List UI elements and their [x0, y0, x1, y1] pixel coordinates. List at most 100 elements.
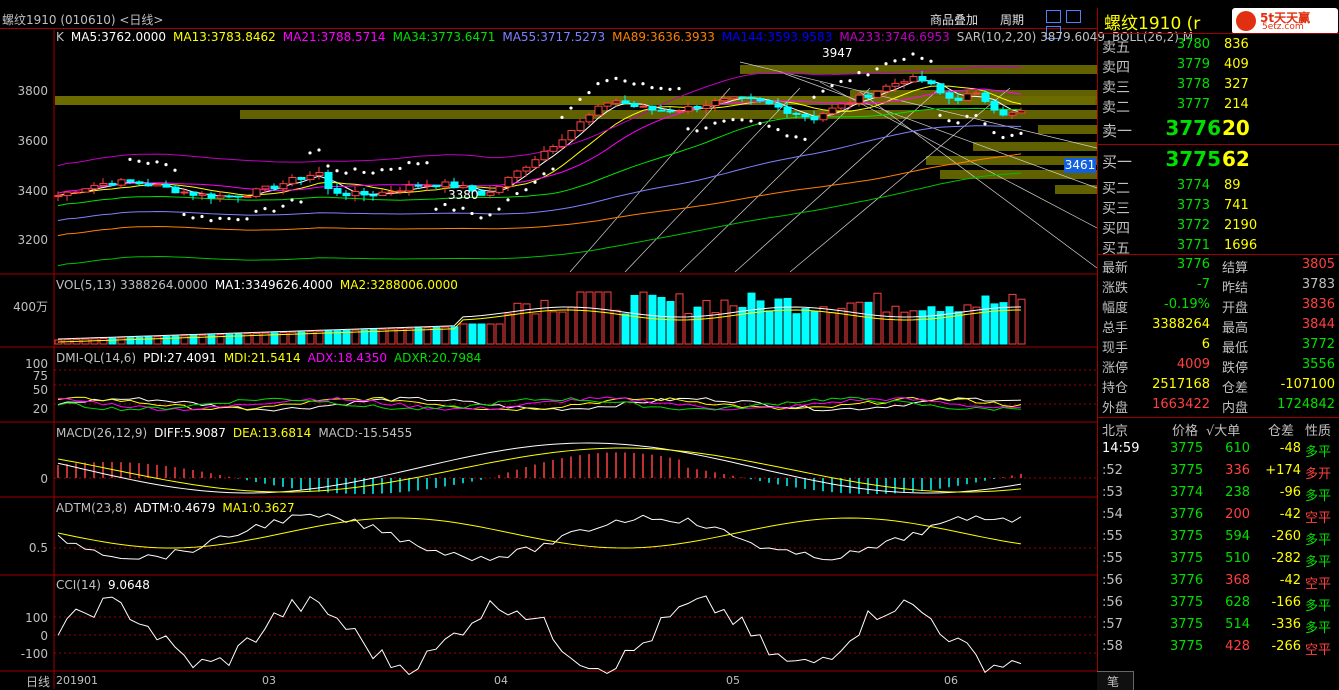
candle-body — [333, 188, 342, 194]
bid-price: 3771 — [1176, 238, 1210, 253]
stats-row: 涨跌 -7 昨结 3783 — [1100, 277, 1339, 297]
stats-label-left: 现手 — [1102, 341, 1129, 356]
adtm-line — [57, 513, 1022, 562]
top-menu-strip — [0, 0, 1339, 8]
ask-label: 卖一 — [1102, 122, 1133, 140]
candle-body — [531, 159, 540, 168]
bid-price: 3774 — [1176, 178, 1210, 193]
ask-price: 3779 — [1176, 57, 1210, 72]
bid-label: 买二 — [1102, 181, 1130, 197]
maximize-icon[interactable] — [1065, 10, 1081, 23]
candle-body — [702, 105, 711, 109]
volume-bar — [207, 334, 216, 345]
candle-body — [414, 184, 423, 187]
volume-bar — [774, 298, 783, 345]
tick-price: 3775 — [1170, 441, 1204, 456]
tick-nature: 多平 — [1305, 533, 1332, 548]
candle-body — [657, 109, 666, 112]
candle-body — [171, 186, 180, 194]
period-button[interactable]: 周期 — [1000, 11, 1024, 28]
candle-body — [936, 83, 945, 94]
volume-bar — [117, 337, 126, 345]
sar-dot — [407, 161, 411, 165]
bid-row-0: 买一 3775 62 — [1100, 147, 1339, 171]
candle-body — [90, 184, 99, 190]
sar-dot — [461, 206, 465, 210]
ask-price: 3780 — [1176, 37, 1210, 52]
daily-tab[interactable]: 日线 — [26, 673, 50, 690]
ticks-divider — [1097, 417, 1339, 418]
candle-body — [855, 94, 864, 104]
sar-dot — [353, 167, 357, 171]
macd-indicator-0: MACD(26,12,9) — [56, 426, 148, 440]
volume-bar — [909, 310, 918, 345]
volume-profile-band-2 — [740, 65, 1097, 74]
candle-body — [99, 182, 108, 186]
volume-bar — [513, 302, 522, 345]
main-indicator-4: MA34:3773.6471 — [392, 30, 496, 44]
adtm-indicator-2: MA1:0.3627 — [222, 501, 295, 515]
ticks-header: 北京 价格 √大单 仓差 性质 — [1100, 420, 1339, 439]
candle-body — [54, 195, 63, 198]
sar-dot — [704, 126, 708, 130]
dmi-indicator-2: MDI:21.5414 — [223, 351, 301, 365]
candle-body — [792, 112, 801, 115]
tick-time: :58 — [1102, 639, 1123, 654]
volume-bar — [486, 323, 495, 345]
stats-value-right: 3556 — [1301, 357, 1335, 372]
volume-bar — [594, 291, 603, 345]
sar-dot — [416, 162, 420, 166]
tick-volume: 628 — [1225, 595, 1250, 610]
tick-volume: 510 — [1225, 551, 1250, 566]
panel-title: 螺纹1910 (r — [1104, 14, 1201, 34]
candle-body — [450, 181, 459, 189]
main-indicator-1: MA5:3762.0000 — [70, 30, 167, 44]
sar-dot — [857, 71, 861, 75]
ma-line — [57, 172, 1022, 267]
stats-value-left: 6 — [1201, 337, 1210, 352]
sar-dot — [425, 161, 429, 165]
candle-body — [846, 102, 855, 105]
volume-bar — [1008, 293, 1017, 345]
volume-bar — [180, 335, 189, 345]
tick-row: :54 3776 200 -42 空平 — [1100, 507, 1339, 527]
volume-bar — [567, 306, 576, 345]
stats-value-left: -0.19% — [1164, 297, 1210, 312]
candle-body — [522, 166, 531, 172]
sar-dot — [362, 170, 366, 175]
sar-dot — [497, 207, 501, 211]
volume-bar — [864, 301, 873, 345]
volume-bar — [135, 336, 144, 345]
bottom-tab[interactable]: 笔 — [1097, 671, 1134, 690]
stats-value-left: -7 — [1197, 277, 1210, 292]
volume-bar — [549, 311, 558, 345]
ask-label: 卖三 — [1102, 80, 1130, 96]
tick-diff: -260 — [1271, 529, 1301, 544]
window-buttons[interactable] — [1046, 10, 1092, 39]
volume-bar — [702, 299, 711, 345]
volume-bar — [630, 294, 639, 345]
ticks-header-big[interactable]: √大单 — [1206, 420, 1240, 439]
tick-price: 3774 — [1170, 485, 1204, 500]
logo-subtext: 5etz.com — [1262, 22, 1304, 32]
sar-dot — [281, 204, 285, 208]
sar-dot — [677, 86, 681, 91]
sar-dot — [965, 114, 969, 119]
tick-price: 3775 — [1170, 617, 1204, 632]
candle-body — [819, 113, 828, 121]
candle-body — [153, 183, 162, 187]
bottom-tab-label[interactable]: 笔 — [1107, 673, 1119, 690]
sar-dot — [758, 121, 762, 125]
candle-body — [693, 105, 702, 109]
stats-row: 现手 6 最低 3772 — [1100, 337, 1339, 357]
candle-body — [72, 191, 81, 194]
volume-bar — [603, 291, 612, 345]
candle-body — [612, 100, 621, 104]
restore-icon[interactable] — [1046, 10, 1061, 23]
sar-dot — [380, 168, 384, 172]
tick-price: 3775 — [1170, 595, 1204, 610]
sar-dot — [326, 164, 330, 168]
overlay-button[interactable]: 商品叠加 — [930, 11, 978, 28]
sar-dot — [164, 163, 168, 167]
tick-row: :56 3776 368 -42 空平 — [1100, 573, 1339, 593]
